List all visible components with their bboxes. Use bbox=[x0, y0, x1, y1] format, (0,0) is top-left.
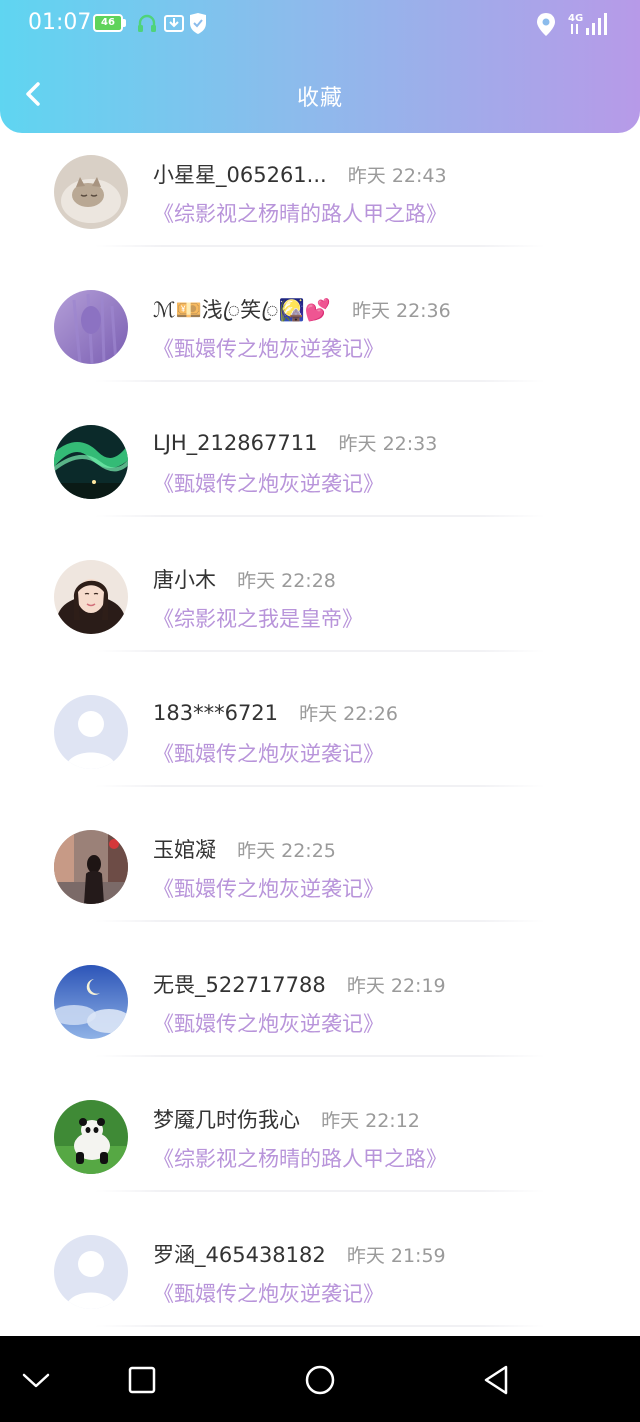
list-item[interactable]: 183***6721 昨天 22:26 《甄嬛传之炮灰逆袭记》 bbox=[0, 690, 640, 825]
username[interactable]: 罗涵_465438182 bbox=[153, 1243, 326, 1267]
timestamp: 昨天 21:59 bbox=[346, 1245, 446, 1267]
book-title[interactable]: 《综影视之我是皇帝》 bbox=[153, 603, 363, 633]
battery-icon: 46 bbox=[93, 14, 123, 32]
list-item[interactable]: LJH_212867711 昨天 22:33 《甄嬛传之炮灰逆袭记》 bbox=[0, 420, 640, 555]
nav-recents-button[interactable] bbox=[120, 1358, 164, 1402]
avatar[interactable] bbox=[54, 1100, 128, 1174]
avatar[interactable] bbox=[54, 695, 128, 769]
username[interactable]: 小星星_065261... bbox=[153, 163, 327, 187]
avatar[interactable] bbox=[54, 155, 128, 229]
timestamp: 昨天 22:25 bbox=[237, 840, 336, 862]
panda-avatar-icon bbox=[54, 1100, 128, 1174]
timestamp: 昨天 22:19 bbox=[346, 975, 446, 997]
book-title[interactable]: 《甄嬛传之炮灰逆袭记》 bbox=[153, 738, 384, 768]
download-icon bbox=[163, 12, 185, 40]
status-bar: 01:07 46 4G bbox=[0, 0, 640, 48]
divider bbox=[95, 920, 545, 922]
system-nav-bar bbox=[0, 1336, 640, 1422]
item-header: 梦魇几时伤我心 昨天 22:12 bbox=[153, 1104, 420, 1134]
avatar[interactable] bbox=[54, 425, 128, 499]
book-title[interactable]: 《甄嬛传之炮灰逆袭记》 bbox=[153, 873, 384, 903]
avatar[interactable] bbox=[54, 560, 128, 634]
username[interactable]: ℳ💴浅ꦿ笑ꦿ🎑💕 bbox=[153, 298, 331, 322]
shield-icon bbox=[188, 12, 208, 40]
default-avatar-icon bbox=[54, 1235, 128, 1309]
book-title[interactable]: 《甄嬛传之炮灰逆袭记》 bbox=[153, 333, 384, 363]
item-header: 玉婠凝 昨天 22:25 bbox=[153, 834, 336, 864]
item-header: ℳ💴浅ꦿ笑ꦿ🎑💕 昨天 22:36 bbox=[153, 294, 451, 337]
book-title[interactable]: 《甄嬛传之炮灰逆袭记》 bbox=[153, 468, 384, 498]
portrait-avatar-icon bbox=[54, 560, 128, 634]
moon-sky-avatar-icon bbox=[54, 965, 128, 1039]
divider bbox=[95, 785, 545, 787]
avatar[interactable] bbox=[54, 290, 128, 364]
divider bbox=[95, 1325, 545, 1327]
battery-nub bbox=[123, 19, 126, 27]
purple-avatar-icon bbox=[54, 290, 128, 364]
item-header: 罗涵_465438182 昨天 21:59 bbox=[153, 1239, 446, 1269]
divider bbox=[95, 1190, 545, 1192]
item-header: 小星星_065261... 昨天 22:43 bbox=[153, 159, 447, 189]
item-header: 无畏_522717788 昨天 22:19 bbox=[153, 969, 446, 999]
list-item[interactable]: ℳ💴浅ꦿ笑ꦿ🎑💕 昨天 22:36 《甄嬛传之炮灰逆袭记》 bbox=[0, 285, 640, 420]
item-header: 唐小木 昨天 22:28 bbox=[153, 564, 336, 594]
book-title[interactable]: 《甄嬛传之炮灰逆袭记》 bbox=[153, 1278, 384, 1308]
aurora-avatar-icon bbox=[54, 425, 128, 499]
default-avatar-icon bbox=[54, 695, 128, 769]
username[interactable]: 183***6721 bbox=[153, 701, 278, 725]
header: 01:07 46 4G 收藏 bbox=[0, 0, 640, 133]
timestamp: 昨天 22:28 bbox=[237, 570, 336, 592]
page-title: 收藏 bbox=[296, 86, 343, 111]
status-time: 01:07 bbox=[28, 10, 92, 35]
chevron-down-icon bbox=[22, 1373, 50, 1388]
divider bbox=[95, 650, 545, 652]
square-icon bbox=[128, 1366, 156, 1394]
nav-collapse-button[interactable] bbox=[14, 1358, 58, 1402]
street-avatar-icon bbox=[54, 830, 128, 904]
divider bbox=[95, 515, 545, 517]
book-title[interactable]: 《综影视之杨晴的路人甲之路》 bbox=[153, 198, 447, 228]
username[interactable]: LJH_212867711 bbox=[153, 431, 317, 455]
nav-bar: 收藏 bbox=[0, 60, 640, 130]
headset-icon bbox=[136, 12, 158, 40]
book-title[interactable]: 《甄嬛传之炮灰逆袭记》 bbox=[153, 1008, 384, 1038]
timestamp: 昨天 22:36 bbox=[351, 300, 451, 322]
avatar[interactable] bbox=[54, 830, 128, 904]
nav-home-button[interactable] bbox=[298, 1358, 342, 1402]
username[interactable]: 玉婠凝 bbox=[153, 838, 216, 862]
item-header: 183***6721 昨天 22:26 bbox=[153, 699, 398, 726]
svg-text:4G: 4G bbox=[568, 13, 583, 24]
list-item[interactable]: 玉婠凝 昨天 22:25 《甄嬛传之炮灰逆袭记》 bbox=[0, 825, 640, 960]
triangle-back-icon bbox=[484, 1365, 508, 1395]
circle-icon bbox=[305, 1365, 335, 1395]
cat-avatar-icon bbox=[54, 155, 128, 229]
nav-back-button[interactable] bbox=[474, 1358, 518, 1402]
book-title[interactable]: 《综影视之杨晴的路人甲之路》 bbox=[153, 1143, 447, 1173]
username[interactable]: 无畏_522717788 bbox=[153, 973, 326, 997]
list-item[interactable]: 梦魇几时伤我心 昨天 22:12 《综影视之杨晴的路人甲之路》 bbox=[0, 1095, 640, 1230]
divider bbox=[95, 380, 545, 382]
timestamp: 昨天 22:12 bbox=[321, 1110, 420, 1132]
list-item[interactable]: 唐小木 昨天 22:28 《综影视之我是皇帝》 bbox=[0, 555, 640, 690]
signal-icon: 4G bbox=[566, 10, 608, 42]
divider bbox=[95, 1055, 545, 1057]
list-item[interactable]: 小星星_065261... 昨天 22:43 《综影视之杨晴的路人甲之路》 bbox=[0, 150, 640, 285]
avatar[interactable] bbox=[54, 965, 128, 1039]
username[interactable]: 梦魇几时伤我心 bbox=[153, 1108, 300, 1132]
timestamp: 昨天 22:26 bbox=[299, 703, 398, 725]
item-header: LJH_212867711 昨天 22:33 bbox=[153, 429, 437, 456]
timestamp: 昨天 22:33 bbox=[338, 433, 438, 455]
timestamp: 昨天 22:43 bbox=[347, 165, 447, 187]
username[interactable]: 唐小木 bbox=[153, 568, 216, 592]
favorites-list: 小星星_065261... 昨天 22:43 《综影视之杨晴的路人甲之路》 ℳ💴… bbox=[0, 150, 640, 1365]
list-item[interactable]: 无畏_522717788 昨天 22:19 《甄嬛传之炮灰逆袭记》 bbox=[0, 960, 640, 1095]
avatar[interactable] bbox=[54, 1235, 128, 1309]
divider bbox=[95, 245, 545, 247]
location-icon bbox=[535, 12, 557, 42]
